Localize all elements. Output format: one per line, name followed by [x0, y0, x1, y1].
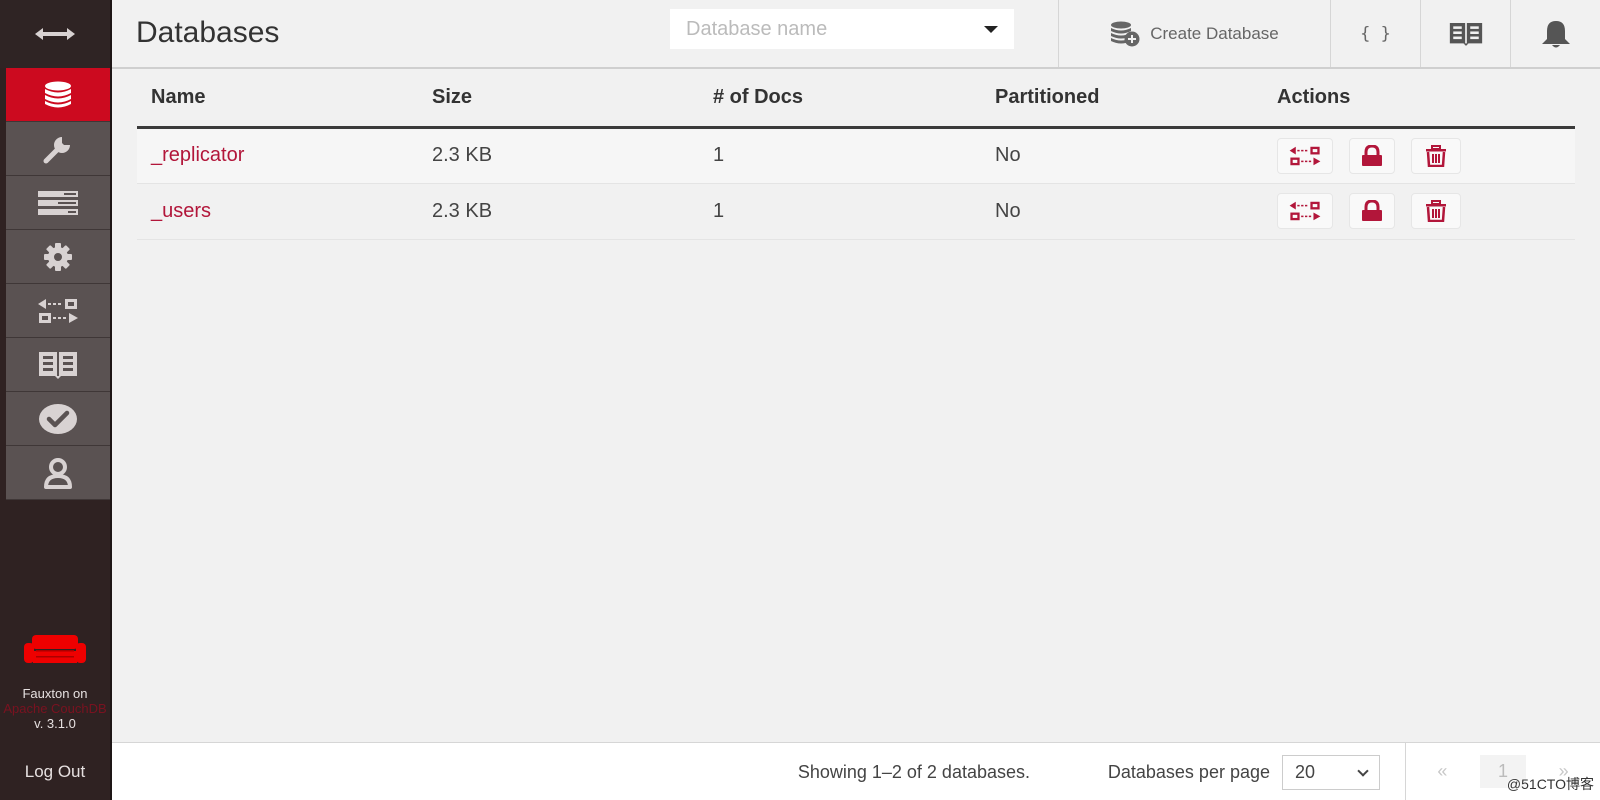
notifications-button[interactable] — [1510, 0, 1600, 67]
header-actions: Create Database { } — [1058, 0, 1600, 67]
bell-icon — [1541, 20, 1570, 47]
cell-name: _replicator — [137, 127, 418, 184]
per-page-value: 20 — [1295, 762, 1316, 782]
column-header-size: Size — [418, 70, 699, 129]
prev-page-button[interactable]: « — [1427, 755, 1457, 788]
cell-actions — [1263, 183, 1575, 240]
header: Databases Create Database — [112, 0, 1600, 69]
cell-docs: 1 — [699, 183, 981, 240]
per-page-select[interactable]: 20 — [1282, 755, 1380, 790]
sidebar: Fauxton on Apache CouchDB v. 3.1.0 Log O… — [0, 0, 112, 800]
cell-partitioned: No — [981, 127, 1263, 184]
trash-icon — [1426, 200, 1446, 222]
book-icon — [1449, 22, 1482, 46]
create-database-label: Create Database — [1150, 23, 1279, 43]
column-header-name: Name — [137, 70, 418, 129]
table-row: _users 2.3 KB 1 No — [137, 183, 1575, 240]
showing-count-text: Showing 1–2 of 2 databases. — [797, 762, 1030, 782]
chevron-down-icon — [1357, 764, 1369, 777]
sidebar-item-databases[interactable] — [6, 68, 110, 122]
page-title: Databases — [136, 16, 280, 49]
replication-icon — [1289, 146, 1321, 165]
json-view-button[interactable]: { } — [1330, 0, 1420, 67]
databases-table: Name Size # of Docs Partitioned Actions … — [137, 70, 1575, 240]
permissions-button[interactable] — [1349, 193, 1395, 229]
sidebar-item-setup[interactable] — [6, 122, 110, 176]
watermark: @51CTO博客 — [1506, 776, 1594, 792]
permissions-button[interactable] — [1349, 137, 1395, 174]
cell-partitioned: No — [981, 183, 1263, 240]
sidebar-item-documentation[interactable] — [6, 338, 110, 392]
databases-table-container: Name Size # of Docs Partitioned Actions … — [137, 70, 1575, 240]
database-link[interactable]: _users — [151, 200, 211, 222]
resize-arrows-icon — [35, 28, 75, 40]
database-search-input[interactable] — [686, 17, 984, 41]
sidebar-item-configuration[interactable] — [6, 230, 110, 284]
column-header-docs: # of Docs — [699, 70, 981, 129]
sidebar-footer: Fauxton on Apache CouchDB v. 3.1.0 Log O… — [0, 633, 110, 800]
braces-icon: { } — [1360, 23, 1391, 44]
sidebar-item-active-tasks[interactable] — [6, 176, 110, 230]
couchdb-logo-icon — [24, 635, 86, 663]
docs-button[interactable] — [1420, 0, 1510, 67]
database-icon — [45, 81, 71, 107]
tasks-list-icon — [38, 190, 78, 215]
trash-icon — [1426, 144, 1446, 167]
database-search-combobox[interactable] — [670, 9, 1014, 49]
sidebar-item-replication[interactable] — [6, 284, 110, 338]
brand-link[interactable]: Apache CouchDB — [0, 701, 110, 716]
cell-actions — [1263, 127, 1575, 184]
row-actions — [1277, 193, 1575, 229]
delete-button[interactable] — [1411, 193, 1461, 229]
table-row: _replicator 2.3 KB 1 No — [137, 127, 1575, 184]
gear-icon — [44, 242, 72, 271]
caret-down-icon[interactable] — [984, 25, 998, 33]
sidebar-item-verify[interactable] — [6, 392, 110, 446]
replicate-button[interactable] — [1277, 193, 1333, 229]
cell-docs: 1 — [699, 127, 981, 184]
fauxton-app: Fauxton on Apache CouchDB v. 3.1.0 Log O… — [0, 0, 1600, 800]
cell-size: 2.3 KB — [418, 183, 699, 240]
lock-icon — [1362, 144, 1382, 166]
brand-text: Fauxton on — [22, 686, 88, 701]
replication-icon — [38, 298, 78, 323]
sidebar-nav — [6, 68, 110, 500]
replicate-button[interactable] — [1277, 137, 1333, 174]
user-icon — [44, 457, 72, 489]
book-icon — [39, 351, 77, 379]
table-header-row: Name Size # of Docs Partitioned Actions — [137, 70, 1575, 129]
wrench-icon — [43, 136, 70, 163]
replication-icon — [1289, 201, 1321, 221]
sidebar-item-user-management[interactable] — [6, 446, 110, 500]
row-actions — [1277, 137, 1575, 174]
column-header-partitioned: Partitioned — [981, 70, 1263, 129]
database-add-icon — [1111, 21, 1140, 46]
lock-icon — [1362, 200, 1382, 221]
per-page-label: Databases per page — [1107, 762, 1270, 782]
sidebar-toggle-button[interactable] — [0, 0, 110, 68]
cell-size: 2.3 KB — [418, 127, 699, 184]
check-circle-icon — [39, 403, 77, 434]
version-text: v. 3.1.0 — [34, 716, 76, 731]
create-database-button[interactable]: Create Database — [1058, 0, 1330, 67]
logout-link[interactable]: Log Out — [0, 762, 110, 782]
database-link[interactable]: _replicator — [151, 144, 244, 166]
delete-button[interactable] — [1411, 137, 1461, 174]
pagination-footer: Showing 1–2 of 2 databases. Databases pe… — [112, 742, 1600, 800]
column-header-actions: Actions — [1263, 70, 1575, 129]
cell-name: _users — [137, 183, 418, 240]
